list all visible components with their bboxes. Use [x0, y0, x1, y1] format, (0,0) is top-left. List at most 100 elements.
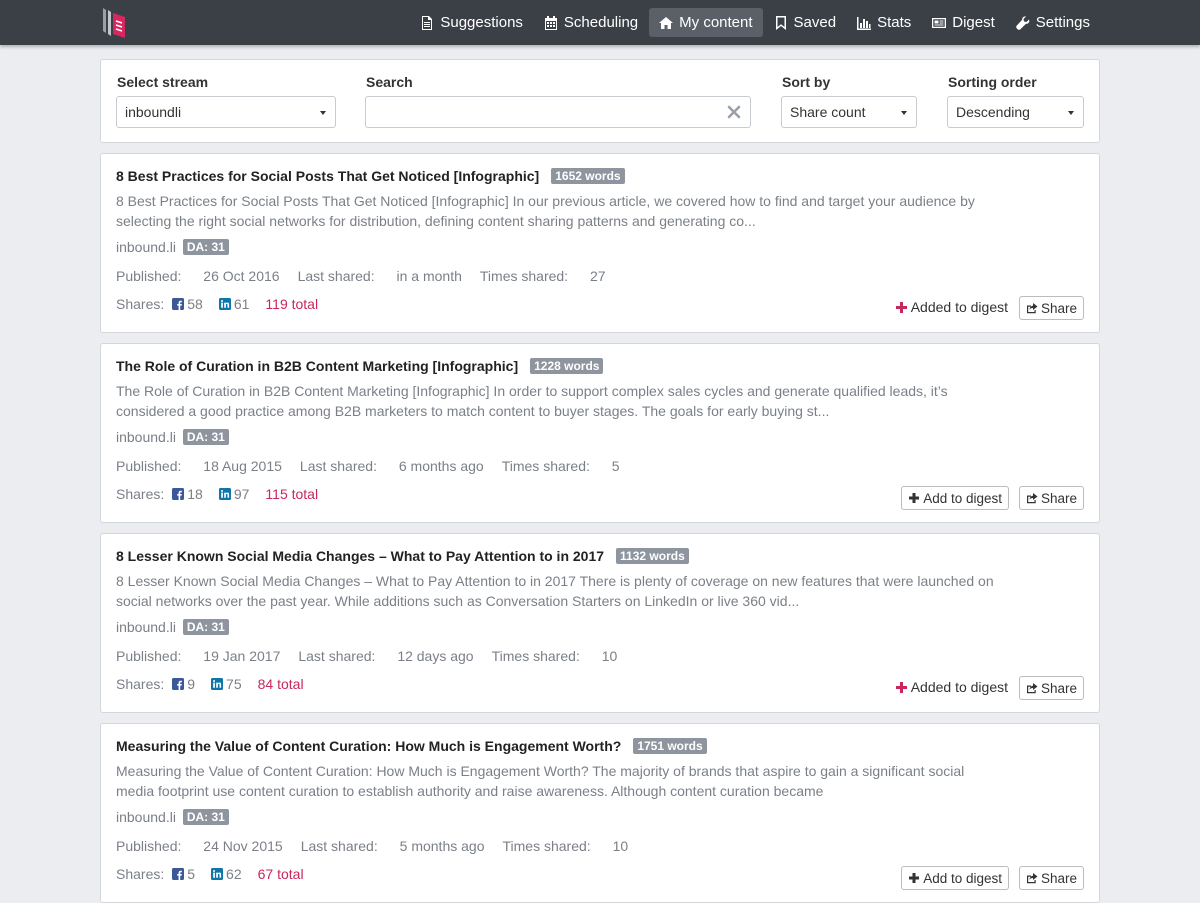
- sort-by-select[interactable]: Share count: [781, 96, 917, 128]
- share-icon: [1026, 873, 1038, 884]
- article-card: Measuring the Value of Content Curation:…: [100, 723, 1100, 903]
- domain-authority-badge: DA: 31: [182, 619, 229, 635]
- wrench-icon: [1015, 15, 1030, 30]
- clear-icon[interactable]: [727, 105, 741, 119]
- facebook-shares: 9: [172, 676, 195, 692]
- plus-icon: [895, 301, 907, 313]
- article-excerpt: The Role of Curation in B2B Content Mark…: [116, 383, 948, 419]
- article-title-row: The Role of Curation in B2B Content Mark…: [116, 358, 604, 374]
- article-source: inbound.li DA: 31: [116, 809, 229, 825]
- added-to-digest[interactable]: Added to digest: [895, 679, 1008, 695]
- shares-label: Shares:: [116, 486, 165, 502]
- sort-by-label: Sort by: [782, 74, 831, 90]
- times-shared: Times shared: 5: [501, 458, 620, 474]
- stream-select[interactable]: inboundli: [116, 96, 336, 128]
- sort-by-value: Share count: [790, 104, 866, 120]
- search-input[interactable]: [365, 96, 751, 128]
- article-meta: Published: 19 Jan 2017 Last shared: 12 da…: [116, 648, 617, 664]
- share-button[interactable]: Share: [1018, 866, 1084, 890]
- article-title-row: Measuring the Value of Content Curation:…: [116, 738, 707, 754]
- last-shared: Last shared: 12 days ago: [298, 648, 474, 664]
- share-button[interactable]: Share: [1018, 296, 1084, 320]
- add-to-digest-button[interactable]: Add to digest: [901, 486, 1009, 510]
- add-to-digest-button[interactable]: Add to digest: [901, 866, 1009, 890]
- share-button[interactable]: Share: [1018, 676, 1084, 700]
- stream-select-value: inboundli: [125, 104, 182, 120]
- search-label: Search: [366, 74, 413, 90]
- domain-authority-badge: DA: 31: [182, 809, 229, 825]
- top-navbar: Suggestions Scheduling My content Saved …: [0, 0, 1200, 45]
- nav-digest[interactable]: Digest: [922, 8, 1005, 37]
- shares-label: Shares:: [116, 866, 165, 882]
- facebook-icon: [172, 298, 185, 310]
- word-count-badge: 1652 words: [551, 168, 625, 184]
- linkedin-icon: [211, 678, 224, 690]
- nav-suggestions[interactable]: Suggestions: [410, 8, 533, 37]
- last-shared: Last shared: 6 months ago: [299, 458, 484, 474]
- last-shared: Last shared: 5 months ago: [300, 838, 485, 854]
- linkedin-shares: 62: [211, 866, 242, 882]
- share-counts: Shares: 18 97 115 total: [116, 486, 318, 502]
- article-excerpt: Measuring the Value of Content Curation:…: [116, 763, 965, 799]
- plus-icon: [909, 873, 920, 883]
- word-count-badge: 1228 words: [530, 358, 604, 374]
- article-meta: Published: 24 Nov 2015 Last shared: 5 mon…: [116, 838, 628, 854]
- article-card: The Role of Curation in B2B Content Mark…: [100, 343, 1100, 523]
- domain-authority-badge: DA: 31: [182, 429, 229, 445]
- linkedin-shares: 75: [211, 676, 242, 692]
- nav-scheduling[interactable]: Scheduling: [534, 8, 648, 37]
- nav-my-content-label: My content: [679, 14, 753, 31]
- facebook-shares: 58: [172, 296, 203, 312]
- domain-authority-badge: DA: 31: [182, 239, 229, 255]
- facebook-shares: 5: [172, 866, 195, 882]
- nav-saved[interactable]: Saved: [764, 8, 847, 37]
- newspaper-icon: [932, 17, 947, 28]
- published-date: Published: 26 Oct 2016: [116, 268, 280, 284]
- article-source: inbound.li DA: 31: [116, 619, 229, 635]
- published-date: Published: 18 Aug 2015: [116, 458, 282, 474]
- calendar-icon: [544, 15, 557, 30]
- word-count-badge: 1751 words: [633, 738, 707, 754]
- total-shares: 115 total: [265, 486, 319, 502]
- bookmark-icon: [775, 15, 786, 30]
- article-title[interactable]: Measuring the Value of Content Curation:…: [116, 738, 621, 754]
- total-shares: 67 total: [257, 866, 304, 882]
- times-shared: Times shared: 10: [502, 838, 629, 854]
- nav-suggestions-label: Suggestions: [440, 14, 523, 31]
- facebook-icon: [172, 868, 185, 880]
- added-to-digest[interactable]: Added to digest: [895, 299, 1008, 315]
- article-title-row: 8 Best Practices for Social Posts That G…: [116, 168, 625, 184]
- share-counts: Shares: 5 62 67 total: [116, 866, 304, 882]
- linkedin-icon: [218, 298, 231, 310]
- times-shared: Times shared: 10: [491, 648, 618, 664]
- nav-stats[interactable]: Stats: [847, 8, 921, 37]
- article-meta: Published: 18 Aug 2015 Last shared: 6 mon…: [116, 458, 620, 474]
- sort-order-select[interactable]: Descending: [947, 96, 1084, 128]
- nav-scheduling-label: Scheduling: [563, 14, 639, 31]
- article-title-row: 8 Lesser Known Social Media Changes – Wh…: [116, 548, 689, 564]
- last-shared: Last shared: in a month: [297, 268, 462, 284]
- word-count-badge: 1132 words: [616, 548, 689, 564]
- nav-settings-label: Settings: [1035, 14, 1090, 31]
- article-title[interactable]: The Role of Curation in B2B Content Mark…: [116, 358, 518, 374]
- total-shares: 119 total: [265, 296, 319, 312]
- total-shares: 84 total: [257, 676, 304, 692]
- article-title[interactable]: 8 Lesser Known Social Media Changes – Wh…: [116, 548, 604, 564]
- times-shared: Times shared: 27: [479, 268, 606, 284]
- nav-my-content[interactable]: My content: [649, 8, 763, 37]
- share-icon: [1026, 303, 1038, 314]
- linkedin-icon: [218, 488, 231, 500]
- plus-icon: [895, 681, 907, 693]
- article-source: inbound.li DA: 31: [116, 239, 229, 255]
- facebook-icon: [172, 678, 185, 690]
- nav-settings[interactable]: Settings: [1006, 8, 1100, 37]
- article-excerpt: 8 Lesser Known Social Media Changes – Wh…: [116, 573, 994, 609]
- linkedin-shares: 97: [218, 486, 249, 502]
- plus-icon: [909, 493, 920, 503]
- article-title[interactable]: 8 Best Practices for Social Posts That G…: [116, 168, 539, 184]
- linkedin-icon: [211, 868, 224, 880]
- published-date: Published: 19 Jan 2017: [116, 648, 281, 664]
- share-button[interactable]: Share: [1018, 486, 1084, 510]
- sort-order-label: Sorting order: [948, 74, 1037, 90]
- app-logo[interactable]: [100, 4, 132, 40]
